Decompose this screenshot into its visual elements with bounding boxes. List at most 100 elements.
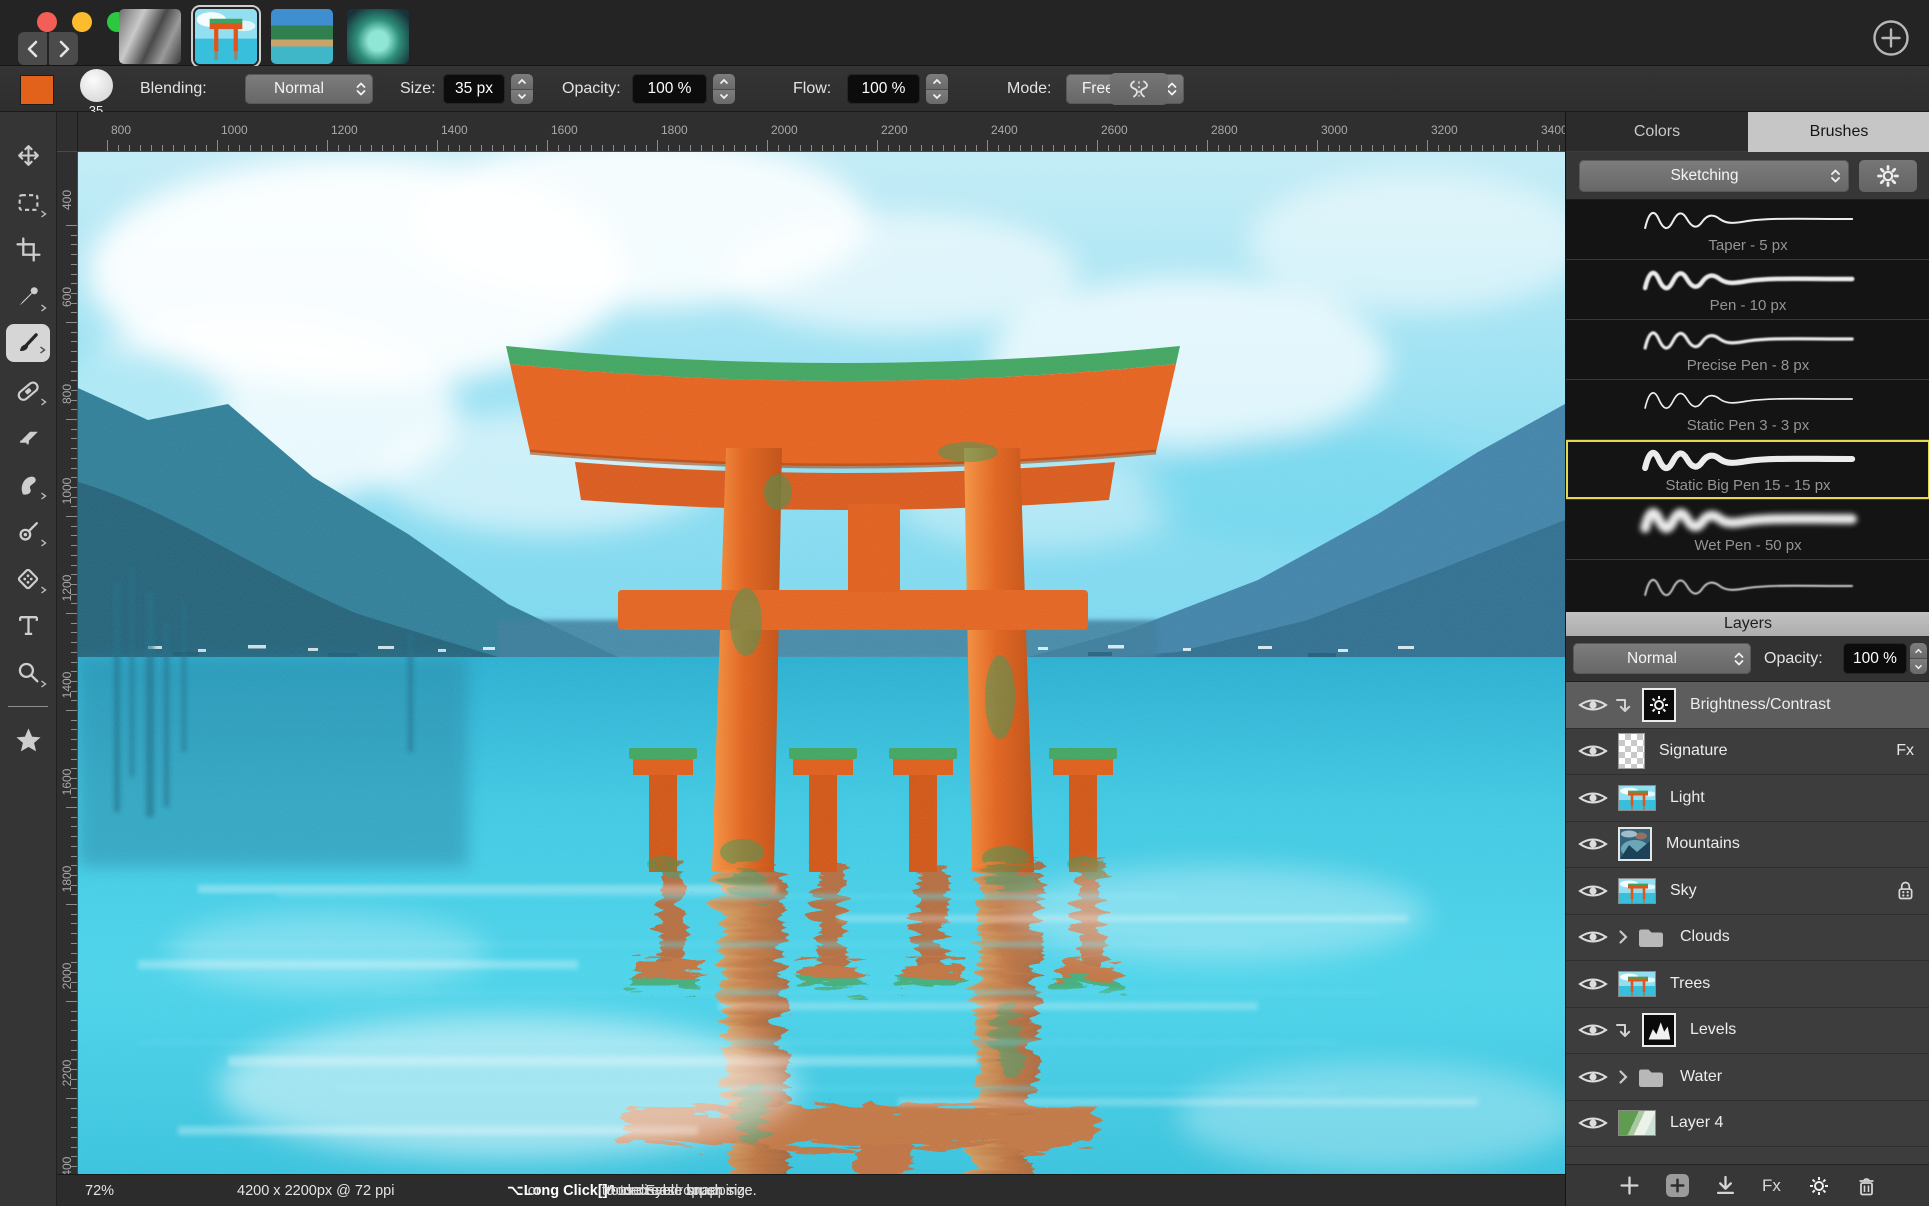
visibility-eye-icon[interactable]	[1578, 741, 1608, 761]
layer-list: Brightness/Contrast Signature Fx Light	[1566, 682, 1929, 1164]
layer-row-signature[interactable]: Signature Fx	[1566, 729, 1929, 776]
marquee-select-tool[interactable]	[5, 179, 51, 226]
healing-brush-tool[interactable]	[5, 367, 51, 414]
shortcut-hints: ⌥ or Long Click to use Eyedropper. [ to …	[507, 1175, 616, 1206]
brush-item[interactable]: Taper - 5 px	[1566, 200, 1929, 260]
layer-row-layer-4[interactable]: Layer 4	[1566, 1101, 1929, 1148]
layer-thumbnail[interactable]	[1618, 971, 1656, 997]
adjustment-thumbnail[interactable]	[1642, 1013, 1676, 1047]
flow-stepper[interactable]	[926, 74, 948, 104]
document-tab-beach-photo[interactable]	[271, 9, 333, 64]
visibility-eye-icon[interactable]	[1578, 695, 1608, 715]
layer-row-light[interactable]: Light	[1566, 775, 1929, 822]
document-tab-cave-photo[interactable]	[347, 9, 409, 64]
blending-dropdown[interactable]: Normal	[245, 74, 373, 104]
horizontal-ruler[interactable]: 8001000120014001600180020002200240026002…	[78, 112, 1565, 152]
transparent-layer-thumbnail[interactable]	[1618, 733, 1645, 769]
visibility-eye-icon[interactable]	[1578, 788, 1608, 808]
visibility-eye-icon[interactable]	[1578, 927, 1608, 947]
status-bar: 72% 4200 x 2200px @ 72 ppi ⌥ or Long Cli…	[57, 1174, 1565, 1206]
flow-label: Flow:	[793, 74, 831, 104]
opacity-field[interactable]: 100 %	[632, 74, 707, 104]
move-tool[interactable]	[5, 132, 51, 179]
zoom-tool[interactable]	[5, 649, 51, 696]
forward-button[interactable]	[49, 32, 78, 65]
layers-panel-header: Layers	[1566, 612, 1929, 636]
eraser-icon	[16, 425, 41, 450]
layer-row-partial[interactable]	[1566, 1147, 1929, 1164]
layer-effects-button[interactable]: Fx	[1762, 1176, 1781, 1196]
visibility-eye-icon[interactable]	[1578, 1113, 1608, 1133]
expand-chevron-icon[interactable]	[1618, 1069, 1628, 1085]
paint-brush-tool[interactable]	[6, 324, 50, 362]
size-field[interactable]: 35 px	[443, 74, 505, 104]
visibility-eye-icon[interactable]	[1578, 974, 1608, 994]
canvas-viewport[interactable]	[78, 152, 1565, 1174]
layer-opacity-field[interactable]: 100 %	[1843, 643, 1907, 674]
expand-chevron-icon[interactable]	[1618, 929, 1628, 945]
brush-item[interactable]: Wet Pen - 50 px	[1566, 500, 1929, 560]
text-tool[interactable]	[5, 602, 51, 649]
size-stepper[interactable]	[511, 74, 533, 104]
brush-item-selected[interactable]: Static Big Pen 15 - 15 px	[1566, 440, 1929, 500]
visibility-eye-icon[interactable]	[1578, 881, 1608, 901]
brush-stroke-preview	[1598, 501, 1898, 537]
merge-down-button[interactable]	[1716, 1176, 1735, 1195]
layer-blend-mode-dropdown[interactable]: Normal	[1573, 643, 1751, 674]
layers-blend-row: Normal Opacity: 100 %	[1566, 636, 1929, 682]
brush-stabilizer-button[interactable]	[1110, 73, 1168, 105]
magnifier-icon	[16, 660, 41, 685]
favorites[interactable]	[5, 717, 51, 764]
layer-thumbnail[interactable]	[1618, 827, 1652, 861]
retouch-tool[interactable]	[5, 508, 51, 555]
smudge-tool[interactable]	[5, 461, 51, 508]
back-button[interactable]	[18, 32, 47, 65]
layer-row-clouds-group[interactable]: Clouds	[1566, 915, 1929, 962]
layer-row-mountains[interactable]: Mountains	[1566, 822, 1929, 869]
brush-item[interactable]: Pen - 10 px	[1566, 260, 1929, 320]
brush-item[interactable]: Precise Pen - 8 px	[1566, 320, 1929, 380]
bandaid-icon	[15, 378, 41, 404]
brush-item[interactable]: Static Pen 3 - 3 px	[1566, 380, 1929, 440]
layer-row-brightness-contrast[interactable]: Brightness/Contrast	[1566, 682, 1929, 729]
tab-colors[interactable]: Colors	[1566, 112, 1748, 152]
brush-settings-button[interactable]	[1859, 160, 1917, 192]
color-picker-tool[interactable]	[5, 273, 51, 320]
layer-thumbnail[interactable]	[1618, 1110, 1656, 1136]
delete-layer-button[interactable]	[1857, 1176, 1876, 1196]
add-layer-button[interactable]	[1620, 1176, 1639, 1195]
folder-icon	[1636, 925, 1666, 949]
layer-row-water-group[interactable]: Water	[1566, 1054, 1929, 1101]
opacity-stepper[interactable]	[713, 74, 735, 104]
brush-stroke-preview	[1598, 381, 1898, 417]
painting-artwork	[78, 152, 1565, 1174]
flow-field[interactable]: 100 %	[847, 74, 920, 104]
adjustment-thumbnail[interactable]	[1642, 688, 1676, 722]
layer-row-trees[interactable]: Trees	[1566, 961, 1929, 1008]
layer-opacity-stepper[interactable]	[1910, 643, 1927, 674]
tab-brushes[interactable]: Brushes	[1748, 112, 1929, 152]
minimize-window-button[interactable]	[72, 12, 92, 32]
new-document-button[interactable]	[1872, 19, 1910, 57]
adjustment-button[interactable]	[1808, 1175, 1830, 1197]
layer-thumbnail[interactable]	[1618, 878, 1656, 904]
layer-thumbnail[interactable]	[1618, 785, 1656, 811]
brush-item[interactable]	[1566, 560, 1929, 612]
document-tab-torii-painting[interactable]	[195, 9, 257, 64]
close-window-button[interactable]	[37, 12, 57, 32]
vertical-ruler[interactable]: 4006008001000120014001600180020002200240…	[57, 152, 78, 1174]
visibility-eye-icon[interactable]	[1578, 1020, 1608, 1040]
layer-row-levels[interactable]: Levels	[1566, 1008, 1929, 1055]
brush-category-dropdown[interactable]: Sketching	[1579, 160, 1849, 192]
eraser-tool[interactable]	[5, 414, 51, 461]
mesh-warp-tool[interactable]	[5, 555, 51, 602]
add-group-button[interactable]	[1666, 1174, 1689, 1197]
tool-flyout-chevron-icon	[40, 398, 47, 406]
visibility-eye-icon[interactable]	[1578, 1067, 1608, 1087]
layer-effects-badge[interactable]: Fx	[1896, 742, 1914, 760]
document-tab-grayscale-photo[interactable]	[119, 9, 181, 64]
visibility-eye-icon[interactable]	[1578, 834, 1608, 854]
layer-row-sky[interactable]: Sky	[1566, 868, 1929, 915]
active-color-swatch[interactable]	[20, 75, 54, 105]
crop-tool[interactable]	[5, 226, 51, 273]
